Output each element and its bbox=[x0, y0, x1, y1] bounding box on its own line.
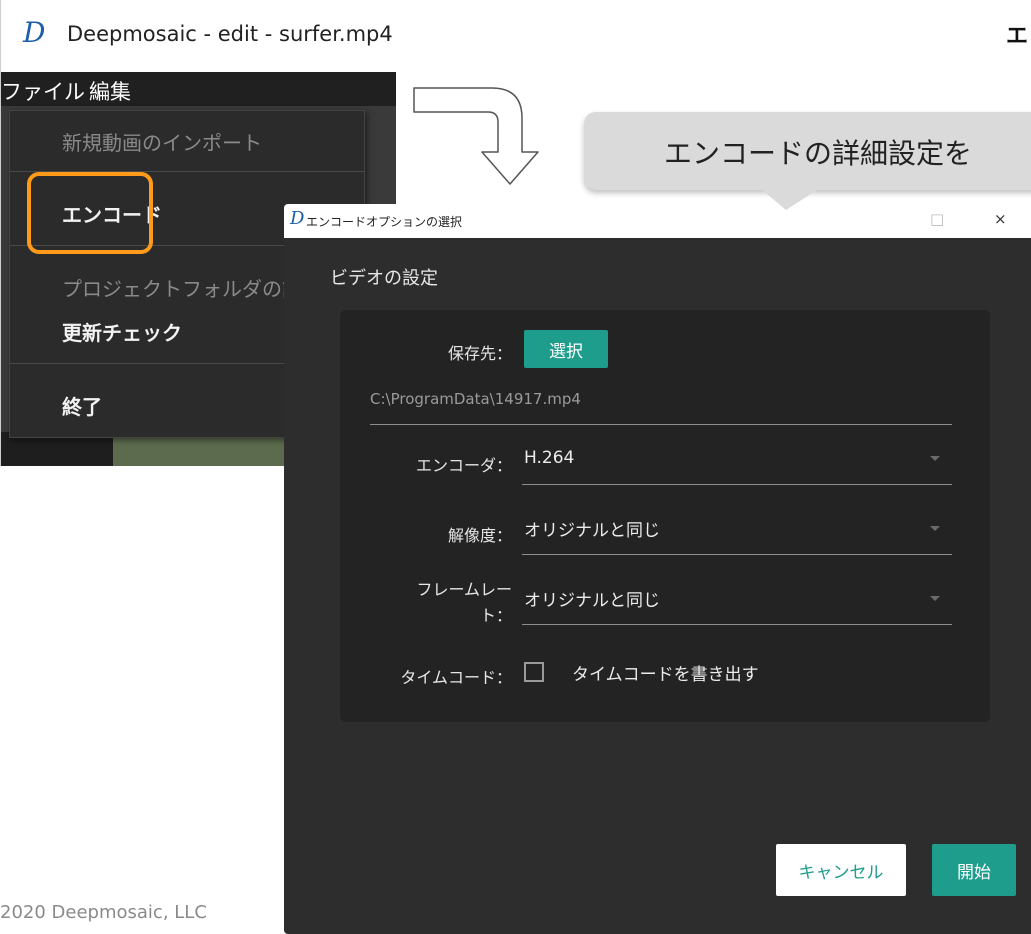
dialog-title: エンコードオプションの選択 bbox=[306, 215, 463, 229]
callout-text: エンコードの詳細設定を bbox=[664, 137, 973, 170]
callout-bubble: エンコードの詳細設定を bbox=[584, 112, 1031, 190]
maximize-icon[interactable]: □ bbox=[930, 210, 944, 228]
deepmosaic-logo-icon: D bbox=[23, 16, 46, 49]
copyright-text: 2020 Deepmosaic, LLC bbox=[0, 902, 207, 923]
path-underline bbox=[370, 424, 952, 425]
timecode-label: タイムコード： bbox=[400, 668, 512, 687]
framerate-label-line1: フレームレー bbox=[416, 580, 512, 599]
encoder-select[interactable]: H.264 bbox=[524, 448, 574, 468]
select-destination-button[interactable]: 選択 bbox=[524, 330, 608, 368]
cancel-button[interactable]: キャンセル bbox=[776, 844, 906, 896]
resolution-label: 解像度： bbox=[447, 526, 512, 545]
framerate-select[interactable]: オリジナルと同じ bbox=[524, 586, 660, 611]
chevron-down-icon[interactable] bbox=[930, 456, 940, 461]
close-icon[interactable]: × bbox=[994, 210, 1007, 228]
start-button[interactable]: 開始 bbox=[932, 844, 1016, 896]
deepmosaic-logo-icon: D bbox=[290, 208, 305, 229]
menubar: ファイル 編集 bbox=[1, 72, 396, 106]
encoder-label: エンコーダ： bbox=[415, 456, 512, 475]
menu-item-project-folder[interactable]: プロジェクトフォルダの設 bbox=[62, 273, 302, 302]
resolution-select[interactable]: オリジナルと同じ bbox=[524, 516, 660, 541]
menu-item-check-update[interactable]: 更新チェック bbox=[62, 317, 182, 346]
menu-item-exit[interactable]: 終了 bbox=[62, 391, 102, 420]
callout-tail bbox=[760, 188, 820, 210]
framerate-label-line2: ト： bbox=[479, 606, 512, 625]
dialog-titlebar: D エンコードオプションの選択 □ × bbox=[284, 204, 1031, 238]
save-path: C:\ProgramData\14917.mp4 bbox=[370, 390, 581, 408]
chevron-down-icon[interactable] bbox=[930, 526, 940, 531]
arrow-icon bbox=[413, 87, 539, 185]
menu-edit[interactable]: 編集 bbox=[89, 76, 131, 106]
encode-options-dialog: D エンコードオプションの選択 □ × ビデオの設定 保存先： 選択 C:\Pr… bbox=[284, 204, 1031, 934]
menu-file[interactable]: ファイル bbox=[1, 76, 85, 106]
save-to-label: 保存先： bbox=[447, 344, 512, 363]
chevron-down-icon[interactable] bbox=[930, 596, 940, 601]
section-title: ビデオの設定 bbox=[330, 268, 438, 289]
framerate-underline bbox=[522, 624, 952, 625]
encoder-underline bbox=[522, 484, 952, 485]
slide-heading: エ bbox=[1006, 24, 1029, 49]
menu-item-import[interactable]: 新規動画のインポート bbox=[62, 127, 262, 156]
timecode-checkbox-label[interactable]: タイムコードを書き出す bbox=[572, 660, 759, 685]
timecode-checkbox[interactable] bbox=[524, 662, 544, 682]
app-titlebar: D Deepmosaic - edit - surfer.mp4 bbox=[1, 0, 396, 72]
encode-highlight bbox=[27, 172, 153, 254]
resolution-underline bbox=[522, 554, 952, 555]
app-title: Deepmosaic - edit - surfer.mp4 bbox=[67, 22, 393, 46]
